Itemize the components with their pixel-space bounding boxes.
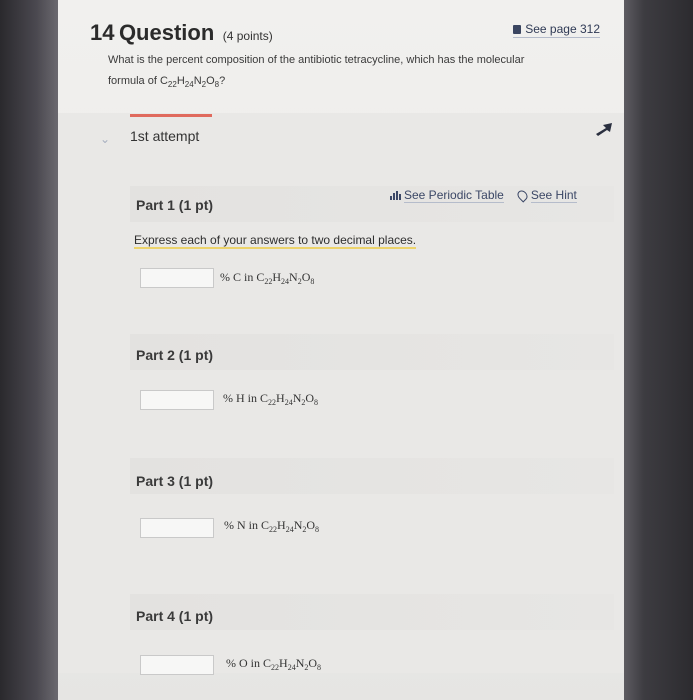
percent-o-label: % O in C22H24N2O8 <box>226 656 322 672</box>
chevron-down-icon[interactable]: ⌄ <box>100 132 112 146</box>
attempt-tab-indicator <box>130 114 212 117</box>
instruction-text: Express each of your answers to two deci… <box>134 233 417 249</box>
percent-c-label: % C in C22H24N2O8 <box>220 270 315 286</box>
question-header: 14 Question (4 points) See page 312 <box>90 20 610 46</box>
book-icon <box>513 25 522 34</box>
see-page-label: See page 312 <box>525 22 600 36</box>
question-title: Question <box>118 20 215 45</box>
percent-o-input[interactable] <box>140 655 214 675</box>
part-4-title: Part 4 (1 pt) <box>136 608 214 624</box>
arrow-icon[interactable] <box>592 120 616 138</box>
attempt-label[interactable]: 1st attempt <box>130 128 199 144</box>
part-2-title: Part 2 (1 pt) <box>136 347 214 363</box>
percent-n-label: % N in C22H24N2O8 <box>224 518 320 534</box>
question-points: (4 points) <box>222 29 273 43</box>
background-right <box>623 0 693 700</box>
hint-link[interactable]: See Hint <box>530 188 577 203</box>
question-page: 14 Question (4 points) See page 312 What… <box>58 0 624 700</box>
part-tools: See Periodic Table See Hint <box>390 188 577 203</box>
percent-h-label: % H in C22H24N2O8 <box>223 391 319 407</box>
part-3-title: Part 3 (1 pt) <box>136 473 214 489</box>
table-icon <box>390 191 401 200</box>
percent-c-input[interactable] <box>140 268 214 288</box>
periodic-table-link[interactable]: See Periodic Table <box>404 188 504 203</box>
percent-n-input[interactable] <box>140 518 214 538</box>
question-text: What is the percent composition of the a… <box>108 50 568 95</box>
hint-icon <box>515 188 530 203</box>
percent-h-input[interactable] <box>140 390 214 410</box>
question-text-line2: formula of C22H24N2O8? <box>108 75 226 90</box>
question-text-line1: What is the percent composition of the a… <box>108 54 525 66</box>
background-left <box>0 0 60 700</box>
see-page-link[interactable]: See page 312 <box>513 22 600 38</box>
part-1-title: Part 1 (1 pt) <box>136 197 214 213</box>
question-number: 14 <box>90 20 115 45</box>
